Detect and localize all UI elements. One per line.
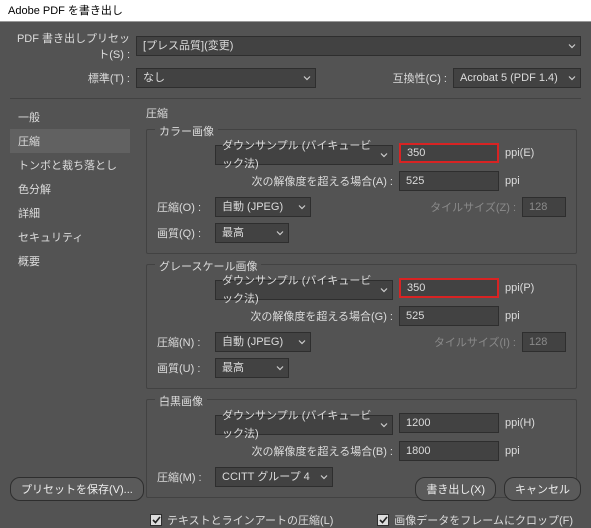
compat-label: 互換性(C) : — [393, 70, 453, 86]
preset-label: PDF 書き出しプリセット(S) : — [10, 30, 136, 62]
chevron-down-icon — [380, 423, 388, 428]
compress-text-art-label: テキストとラインアートの圧縮(L) — [167, 512, 333, 528]
mono-ppi-unit: ppi(H) — [505, 417, 549, 429]
mono-threshold-unit: ppi — [505, 445, 549, 457]
color-legend: カラー画像 — [155, 123, 218, 139]
gray-ppi-unit: ppi(P) — [505, 282, 549, 294]
standard-value: なし — [143, 69, 165, 87]
mono-threshold-label: 次の解像度を超える場合(B) : — [157, 443, 399, 459]
section-heading: 圧縮 — [146, 105, 577, 121]
color-comp-select[interactable]: 自動 (JPEG) — [215, 197, 311, 217]
category-詳細[interactable]: 詳細 — [10, 201, 130, 225]
category-一般[interactable]: 一般 — [10, 105, 130, 129]
chevron-down-icon — [303, 76, 311, 81]
gray-comp-select[interactable]: 自動 (JPEG) — [215, 332, 311, 352]
mono-downsample-select[interactable]: ダウンサンプル (バイキュービック法) — [215, 415, 393, 435]
gray-downsample-select[interactable]: ダウンサンプル (バイキュービック法) — [215, 280, 393, 300]
color-downsample-value: ダウンサンプル (バイキュービック法) — [222, 137, 374, 173]
category-list: 一般圧縮トンボと裁ち落とし色分解詳細セキュリティ概要 — [10, 105, 130, 528]
gray-tile-label: タイルサイズ(I) : — [434, 334, 516, 350]
color-quality-label: 画質(Q) : — [157, 225, 215, 241]
color-comp-label: 圧縮(O) : — [157, 199, 215, 215]
gray-threshold-label: 次の解像度を超える場合(G) : — [157, 308, 399, 324]
compress-text-art-checkbox[interactable]: テキストとラインアートの圧縮(L) — [150, 512, 333, 528]
cancel-button[interactable]: キャンセル — [504, 477, 581, 501]
chevron-down-icon — [276, 366, 284, 371]
category-色分解[interactable]: 色分解 — [10, 177, 130, 201]
gray-threshold-unit: ppi — [505, 310, 549, 322]
chevron-down-icon — [298, 205, 306, 210]
color-ppi-unit: ppi(E) — [505, 147, 549, 159]
color-threshold-unit: ppi — [505, 175, 549, 187]
color-threshold-label: 次の解像度を超える場合(A) : — [157, 173, 399, 189]
category-セキュリティ[interactable]: セキュリティ — [10, 225, 130, 249]
chevron-down-icon — [568, 44, 576, 49]
mono-ppi-input[interactable]: 1200 — [399, 413, 499, 433]
standard-select[interactable]: なし — [136, 68, 316, 88]
preset-value: [プレス品質](変更) — [143, 37, 233, 55]
mono-legend: 白黒画像 — [155, 393, 207, 409]
chevron-down-icon — [380, 153, 388, 158]
category-圧縮[interactable]: 圧縮 — [10, 129, 130, 153]
export-button[interactable]: 書き出し(X) — [415, 477, 496, 501]
chevron-down-icon — [380, 288, 388, 293]
preset-select[interactable]: [プレス品質](変更) — [136, 36, 581, 56]
color-threshold-input[interactable]: 525 — [399, 171, 499, 191]
gray-ppi-input[interactable]: 350 — [399, 278, 499, 298]
color-tile-input: 128 — [522, 197, 566, 217]
standard-label: 標準(T) : — [10, 70, 136, 86]
gray-tile-input: 128 — [522, 332, 566, 352]
chevron-down-icon — [276, 231, 284, 236]
color-group: カラー画像 ダウンサンプル (バイキュービック法) 350 ppi(E) 次の解… — [146, 129, 577, 254]
gray-quality-label: 画質(U) : — [157, 360, 215, 376]
gray-threshold-input[interactable]: 525 — [399, 306, 499, 326]
category-トンボと裁ち落とし[interactable]: トンボと裁ち落とし — [10, 153, 130, 177]
gray-group: グレースケール画像 ダウンサンプル (バイキュービック法) 350 ppi(P)… — [146, 264, 577, 389]
window-title: Adobe PDF を書き出し — [0, 0, 591, 22]
save-preset-button[interactable]: プリセットを保存(V)... — [10, 477, 144, 501]
color-ppi-input[interactable]: 350 — [399, 143, 499, 163]
compat-select[interactable]: Acrobat 5 (PDF 1.4) — [453, 68, 581, 88]
compat-value: Acrobat 5 (PDF 1.4) — [460, 69, 558, 87]
chevron-down-icon — [298, 340, 306, 345]
crop-image-checkbox[interactable]: 画像データをフレームにクロップ(F) — [377, 512, 573, 528]
chevron-down-icon — [568, 76, 576, 81]
checkbox-icon — [377, 514, 389, 526]
gray-quality-select[interactable]: 最高 — [215, 358, 289, 378]
color-quality-select[interactable]: 最高 — [215, 223, 289, 243]
crop-image-label: 画像データをフレームにクロップ(F) — [394, 512, 573, 528]
color-downsample-select[interactable]: ダウンサンプル (バイキュービック法) — [215, 145, 393, 165]
gray-comp-label: 圧縮(N) : — [157, 334, 215, 350]
mono-threshold-input[interactable]: 1800 — [399, 441, 499, 461]
category-概要[interactable]: 概要 — [10, 249, 130, 273]
checkbox-icon — [150, 514, 162, 526]
color-tile-label: タイルサイズ(Z) : — [430, 199, 516, 215]
